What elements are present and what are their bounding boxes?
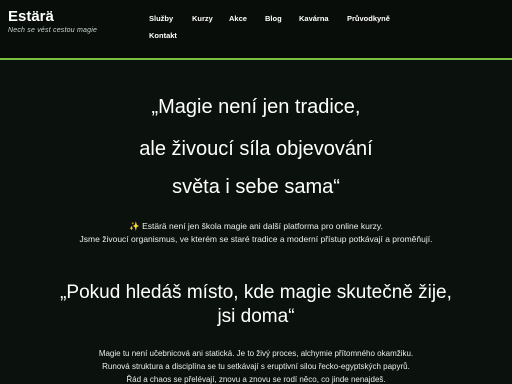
nav-item-kurzy[interactable]: Kurzy [192,14,213,23]
intro-line-1: ✨ Estärä není jen škola magie ani další … [0,221,512,232]
section-paragraph-line-2: Runová struktura a disciplína se tu setk… [102,362,410,371]
section-title-line-1: „Pokud hledáš místo, kde magie skutečně … [60,282,452,303]
nav-item-akce[interactable]: Akce [229,14,247,23]
nav-item-kontakt[interactable]: Kontakt [149,31,177,40]
sparkles-icon: ✨ [129,221,140,231]
site-header: Estärä Nech se vést cestou magie Služby … [0,0,512,58]
nav-item-sluzby[interactable]: Služby [149,14,173,23]
intro-text-1: Estärä není jen škola magie ani další pl… [142,221,383,231]
section-title-line-2: jsi doma“ [217,306,295,327]
hero-quote-line-2: ale živoucí síla objevování [139,138,373,160]
section-paragraph-line-3: Řád a chaos se přelévají, znovu a znovu … [126,375,386,384]
header-divider [0,58,512,60]
site-tagline: Nech se vést cestou magie [8,27,98,34]
site-logo[interactable]: Estärä [8,8,54,25]
hero-quote-line-3: světa i sebe sama“ [172,176,340,198]
hero-quote-line-1: „Magie není jen tradice, [151,96,361,118]
nav-item-blog[interactable]: Blog [265,14,282,23]
section-paragraph-line-1: Magie tu není učebnicová ani statická. J… [98,349,414,358]
nav-item-kavarna[interactable]: Kavárna [299,14,329,23]
intro-line-2: Jsme živoucí organismus, ve kterém se st… [79,234,433,244]
nav-item-pruvodkyne[interactable]: Průvodkyně [347,14,390,23]
